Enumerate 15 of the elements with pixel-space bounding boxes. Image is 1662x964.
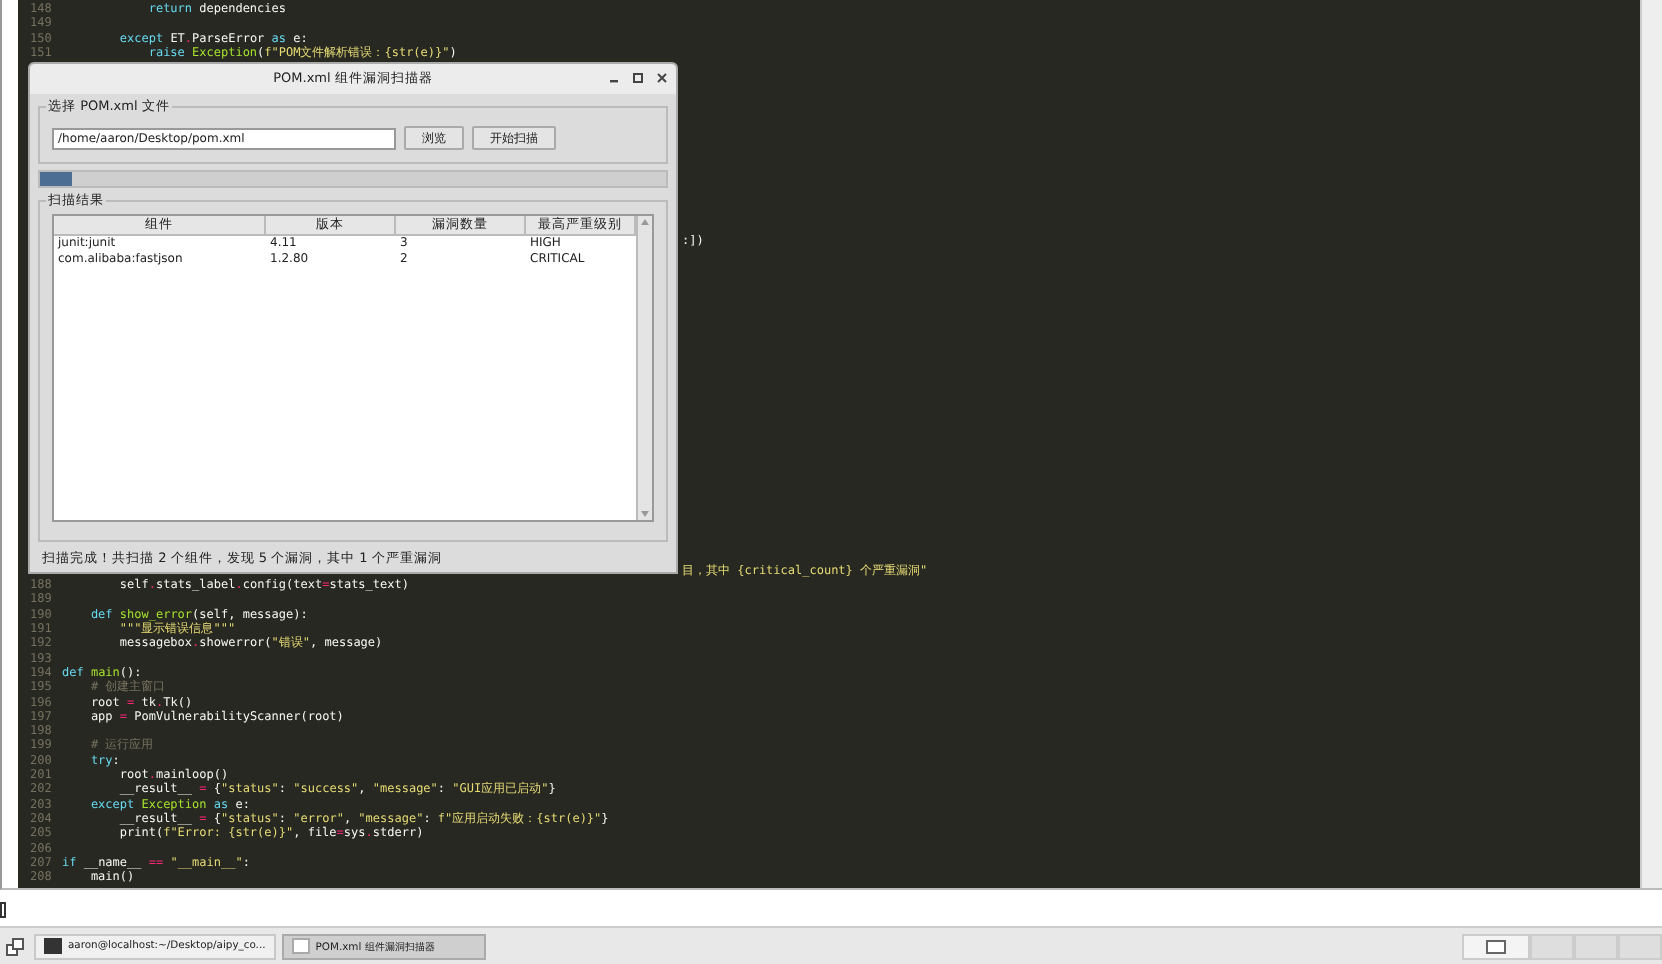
- window-icon: [1486, 939, 1506, 954]
- text-cursor: [0, 902, 6, 919]
- scrollbar[interactable]: [636, 216, 652, 521]
- workspace-switcher[interactable]: [1530, 933, 1574, 960]
- scroll-down-icon[interactable]: [640, 510, 650, 519]
- maximize-icon[interactable]: [632, 72, 644, 85]
- terminal-icon: [44, 938, 62, 955]
- window-icon: [291, 938, 310, 955]
- windows-icon[interactable]: [6, 937, 24, 956]
- workspace-switcher[interactable]: [1574, 933, 1618, 960]
- close-icon[interactable]: [656, 72, 668, 85]
- workspace-switcher[interactable]: [1618, 933, 1662, 960]
- scrollbar[interactable]: [1640, 0, 1662, 889]
- workspace-switcher[interactable]: [1462, 933, 1530, 960]
- scroll-up-icon[interactable]: [640, 218, 650, 227]
